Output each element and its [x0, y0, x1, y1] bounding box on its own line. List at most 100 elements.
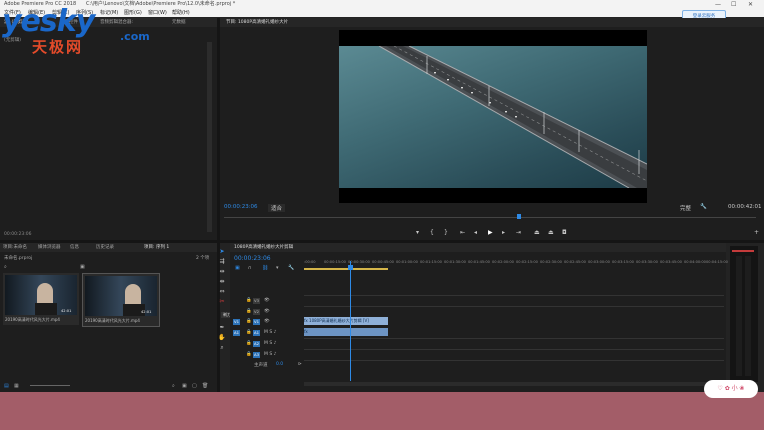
video-clip[interactable]: fx 1080P高清婚礼婚纱大片剪辑 [V] — [304, 317, 388, 325]
eye-icon[interactable]: 👁 — [264, 309, 270, 314]
tab-info[interactable]: 信息 — [70, 243, 79, 252]
quality-dropdown[interactable]: 完整 — [680, 204, 691, 212]
lock-icon[interactable]: 🔒 — [246, 298, 252, 303]
ruler-tick: 00:03:00:00 — [588, 260, 610, 264]
insert-sequence-icon[interactable]: ▣ — [235, 265, 240, 271]
work-area-bar[interactable] — [304, 268, 388, 270]
watermark-com: .com — [120, 30, 150, 43]
rate-stretch-tool-icon[interactable]: ⇔ — [218, 288, 226, 295]
rolling-edit-tool-icon[interactable]: ⇼ — [218, 278, 226, 285]
mute-solo-icons[interactable]: M S ♪ — [264, 330, 276, 335]
list-view-icon[interactable]: ▤ — [4, 383, 9, 389]
play-icon[interactable]: ▶ — [488, 229, 493, 237]
track-v2[interactable]: V2 — [253, 309, 260, 315]
fit-dropdown[interactable]: 适合 — [268, 204, 286, 212]
program-scrubber-track[interactable] — [224, 217, 756, 218]
timeline-settings-icon[interactable]: 🔧 — [288, 265, 294, 271]
export-frame-icon[interactable]: ◘ — [562, 229, 567, 237]
timeline-scrollbar[interactable] — [304, 382, 724, 386]
ruler-tick: 00:03:30:00 — [636, 260, 658, 264]
project-thumbnail-1[interactable]: 42:01 20190高清时代风光大片.mp4 — [3, 273, 79, 325]
tab-metadata[interactable]: 元数据 — [172, 18, 186, 27]
tab-project-sequence[interactable]: 项目: 序列 1 — [144, 243, 169, 252]
go-to-in-icon[interactable]: ⇤ — [460, 229, 465, 237]
eye-icon[interactable]: 👁 — [264, 298, 270, 303]
mute-solo-icons[interactable]: M S ♪ — [264, 341, 276, 346]
ripple-edit-tool-icon[interactable]: ⇹ — [218, 268, 226, 275]
zoom-slider[interactable] — [30, 385, 70, 386]
wrench-icon[interactable]: 🔧 — [700, 204, 707, 210]
source-timecode: 00:00:23:06 — [4, 232, 32, 237]
new-item-icon[interactable]: ▢ — [192, 383, 197, 389]
tab-program[interactable]: 节目: 1080P高清婚礼婚纱大片 — [226, 18, 288, 27]
track-line — [304, 360, 724, 361]
track-v1[interactable]: V1 — [253, 319, 260, 325]
snap-icon[interactable]: ∩ — [248, 265, 252, 271]
program-playhead-marker[interactable] — [517, 214, 521, 219]
lift-icon[interactable]: ⏏ — [534, 229, 540, 237]
icon-view-icon[interactable]: ▦ — [14, 383, 19, 389]
lock-icon[interactable]: 🔒 — [246, 330, 252, 335]
linked-selection-icon[interactable]: ⛓ — [262, 265, 268, 271]
tab-timeline-sequence[interactable]: 1080P高清婚礼婚纱大片剪辑 — [234, 243, 293, 252]
track-line — [304, 338, 724, 339]
audio-meter — [730, 246, 758, 382]
lock-icon[interactable]: 🔒 — [246, 309, 252, 314]
add-marker-icon[interactable]: ▾ — [276, 265, 279, 271]
new-bin-icon[interactable]: ▣ — [182, 383, 187, 389]
close-icon[interactable]: ✕ — [748, 0, 753, 9]
watermark-cn: 天极网 — [32, 38, 84, 56]
track-a1[interactable]: A1 — [253, 330, 260, 336]
tab-history[interactable]: 历史记录 — [96, 243, 114, 252]
track-a3[interactable]: A3 — [253, 352, 260, 358]
meter-channel-left — [736, 256, 742, 376]
tab-media-browser[interactable]: 媒体浏览器 — [38, 243, 61, 252]
timeline-timecode[interactable]: 00:00:23:06 — [234, 255, 271, 262]
thumbnail-caption: 20190高清时代风光大片.mp4 — [5, 317, 60, 322]
track-v3[interactable]: V3 — [253, 298, 260, 304]
track-select-tool-icon[interactable]: ⇶ — [218, 258, 226, 265]
master-track-value[interactable]: 0.0 — [276, 362, 283, 367]
tab-project[interactable]: 项目:未命名 — [3, 243, 27, 252]
source-scrollbar[interactable] — [207, 42, 212, 232]
lock-icon[interactable]: 🔒 — [246, 319, 252, 324]
ruler-tick: 00:04:00:00 — [684, 260, 706, 264]
extract-icon[interactable]: ⏏ — [548, 229, 554, 237]
program-timecode-current[interactable]: 00:00:23:06 — [224, 204, 258, 210]
source-patch-v1[interactable]: V1 — [233, 319, 240, 325]
ruler-tick: 00:01:15:00 — [420, 260, 442, 264]
project-thumbnail-2[interactable]: 42:01 20190高清时代风光大片.mp4 — [82, 273, 160, 327]
button-editor-icon[interactable]: + — [754, 229, 759, 237]
search-icon[interactable]: ⌕ — [4, 264, 7, 270]
eye-icon[interactable]: 👁 — [264, 319, 270, 324]
selection-tool-icon[interactable]: ➤ — [218, 248, 226, 255]
zoom-tool-icon[interactable]: ⌕ — [218, 344, 226, 352]
audio-clip[interactable]: fx — [304, 328, 388, 336]
go-to-out-icon[interactable]: ⇥ — [516, 229, 521, 237]
premiere-app-window: Adobe Premiere Pro CC 2018 C:\用户\Lenovo\… — [0, 0, 764, 392]
add-marker-icon[interactable]: ▾ — [416, 229, 419, 237]
lock-icon[interactable]: 🔒 — [246, 341, 252, 346]
step-back-icon[interactable]: ◂ — [474, 229, 477, 237]
source-patch-a1[interactable]: A1 — [233, 330, 240, 336]
ruler-tick: 00:01:30:00 — [444, 260, 466, 264]
find-icon[interactable]: ⌕ — [172, 383, 175, 389]
maximize-icon[interactable]: ☐ — [731, 0, 736, 9]
thumbnail-duration: 42:01 — [61, 309, 72, 313]
step-forward-icon[interactable]: ▸ — [502, 229, 505, 237]
mark-out-icon[interactable]: } — [444, 229, 448, 237]
master-end-icon[interactable]: ⊳ — [298, 362, 302, 367]
ruler-tick: 00:01:00:00 — [396, 260, 418, 264]
track-a2[interactable]: A2 — [253, 341, 260, 347]
mark-in-icon[interactable]: { — [430, 229, 434, 237]
new-bin-icon[interactable]: ▣ — [80, 264, 85, 270]
menu-help[interactable]: 帮助(H) — [172, 9, 190, 17]
hand-tool-icon[interactable]: ✋ — [218, 334, 226, 341]
lock-icon[interactable]: 🔒 — [246, 352, 252, 357]
minimize-icon[interactable]: — — [715, 0, 721, 9]
mute-solo-icons[interactable]: M S ♪ — [264, 352, 276, 357]
razor-tool-icon[interactable]: ✂ — [218, 298, 226, 305]
trash-icon[interactable]: 🗑 — [202, 383, 208, 389]
pen-tool-icon[interactable]: ✒ — [218, 324, 226, 331]
timeline-playhead[interactable] — [350, 261, 351, 381]
